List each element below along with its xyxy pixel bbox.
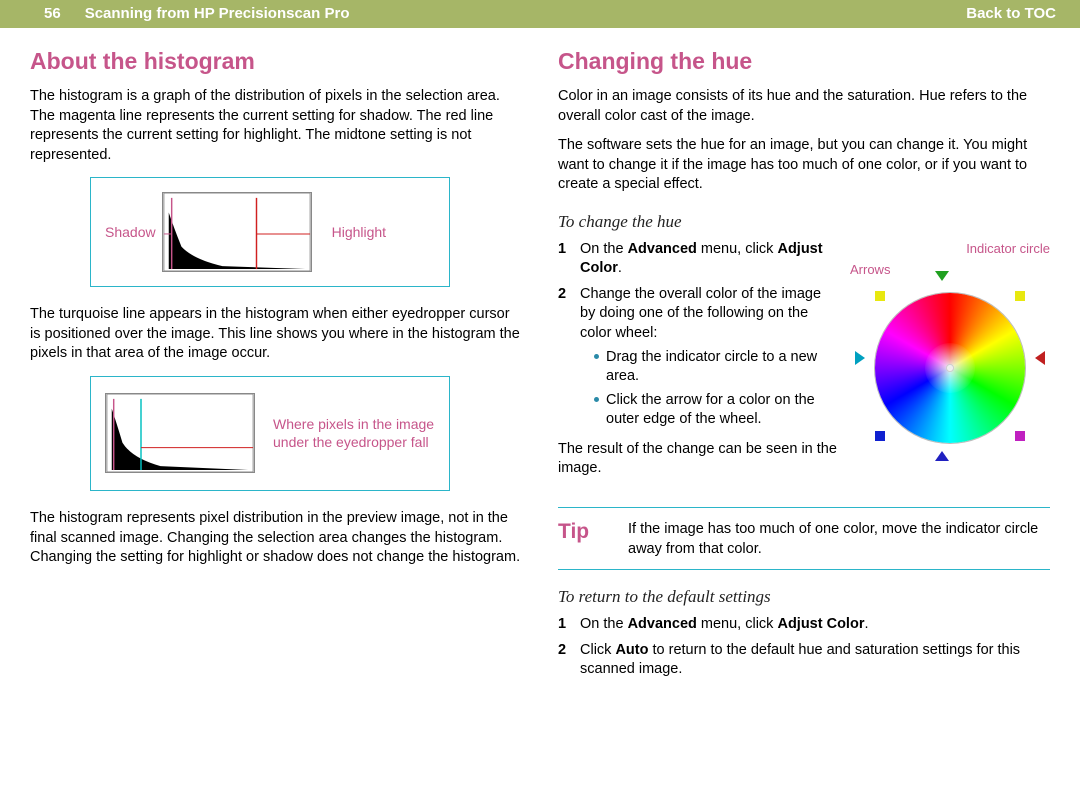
- figure2-caption: Where pixels in the image under the eyed…: [273, 415, 435, 453]
- page-header: 56 Scanning from HP Precisionscan Pro Ba…: [0, 0, 1080, 28]
- histogram-icon: [162, 192, 312, 272]
- bullet-click-arrow: Click the arrow for a color on the outer…: [594, 391, 840, 430]
- square-marker-icon: [1015, 431, 1025, 441]
- step-2-sublist: Drag the indicator circle to a new area.…: [580, 348, 840, 430]
- label-arrows: Arrows: [850, 261, 1050, 279]
- text: On the: [580, 241, 628, 257]
- histogram-distribution-note: The histogram represents pixel distribut…: [30, 509, 522, 568]
- label-shadow: Shadow: [105, 223, 156, 242]
- tip-box: Tip If the image has too much of one col…: [558, 507, 1050, 570]
- text: .: [864, 616, 868, 632]
- page-number: 56: [44, 4, 61, 24]
- return-default-steps: 1 On the Advanced menu, click Adjust Col…: [558, 615, 1050, 680]
- page-content: About the histogram The histogram is a g…: [0, 28, 1080, 686]
- text: menu, click: [697, 241, 778, 257]
- bold: Adjust Color: [777, 616, 864, 632]
- square-marker-icon: [875, 431, 885, 441]
- bold: Auto: [615, 642, 648, 658]
- step-2: 2 Change the overall color of the image …: [558, 285, 840, 434]
- return-step-2: 2 Click Auto to return to the default hu…: [558, 641, 1050, 680]
- histogram-intro: The histogram is a graph of the distribu…: [30, 87, 522, 165]
- arrow-right-icon: [1035, 351, 1045, 365]
- return-step-1: 1 On the Advanced menu, click Adjust Col…: [558, 615, 1050, 635]
- histogram-eyedropper-icon: [105, 393, 255, 473]
- histogram-turquoise-desc: The turquoise line appears in the histog…: [30, 305, 522, 364]
- indicator-circle-icon: [946, 364, 954, 372]
- tip-label: Tip: [558, 518, 628, 559]
- left-column: About the histogram The histogram is a g…: [30, 46, 522, 686]
- heading-changing-hue: Changing the hue: [558, 46, 1050, 77]
- step-1: 1 On the Advanced menu, click Adjust Col…: [558, 240, 840, 279]
- square-marker-icon: [1015, 291, 1025, 301]
- tip-text: If the image has too much of one color, …: [628, 518, 1050, 559]
- back-to-toc-link[interactable]: Back to TOC: [966, 4, 1056, 24]
- bold: Advanced: [628, 616, 697, 632]
- hue-intro-2: The software sets the hue for an image, …: [558, 136, 1050, 195]
- hue-result-note: The result of the change can be seen in …: [558, 440, 840, 479]
- text: .: [618, 260, 622, 276]
- subheading-change-hue: To change the hue: [558, 211, 1050, 234]
- hue-intro-1: Color in an image consists of its hue an…: [558, 87, 1050, 126]
- label-indicator-circle: Indicator circle: [850, 240, 1050, 258]
- figure-histogram-eyedropper: Where pixels in the image under the eyed…: [90, 376, 450, 491]
- bullet-drag-indicator: Drag the indicator circle to a new area.: [594, 348, 840, 387]
- label-highlight: Highlight: [332, 223, 386, 242]
- figure-histogram-shadow-highlight: Shadow Highlight: [90, 177, 450, 287]
- text: Click: [580, 642, 615, 658]
- change-hue-steps: 1 On the Advanced menu, click Adjust Col…: [558, 240, 840, 434]
- color-wheel-figure: Indicator circle Arrows: [850, 240, 1050, 451]
- text: Change the overall color of the image by…: [580, 286, 821, 341]
- heading-about-histogram: About the histogram: [30, 46, 522, 77]
- square-marker-icon: [875, 291, 885, 301]
- color-wheel-icon: [865, 281, 1035, 451]
- right-column: Changing the hue Color in an image consi…: [558, 46, 1050, 686]
- hue-steps-row: 1 On the Advanced menu, click Adjust Col…: [558, 240, 1050, 489]
- arrow-up-icon: [935, 271, 949, 281]
- text: On the: [580, 616, 628, 632]
- bold: Advanced: [628, 241, 697, 257]
- arrow-down-icon: [935, 451, 949, 461]
- text: menu, click: [697, 616, 778, 632]
- subheading-return-defaults: To return to the default settings: [558, 586, 1050, 609]
- arrow-left-icon: [855, 351, 865, 365]
- header-title: Scanning from HP Precisionscan Pro: [85, 4, 350, 24]
